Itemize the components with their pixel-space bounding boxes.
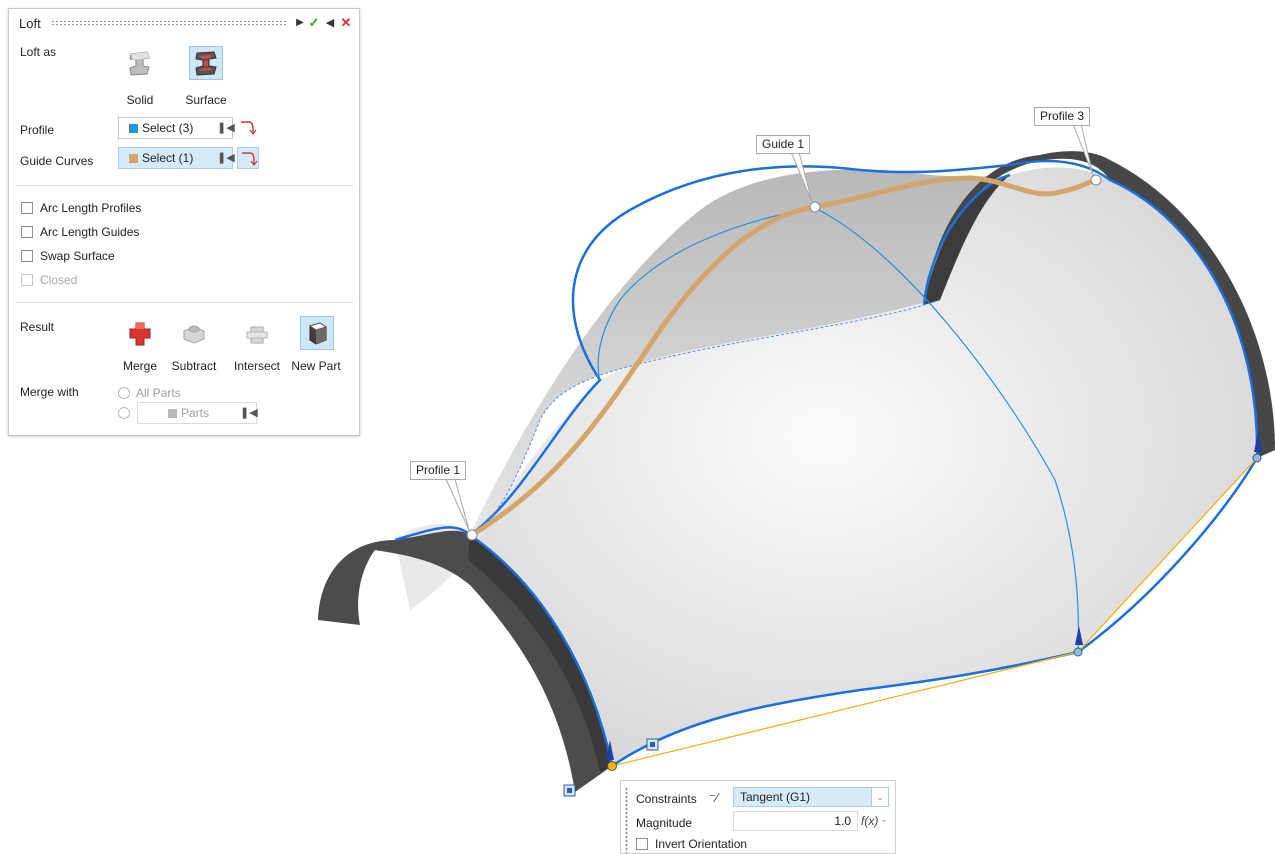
merge-with-label: Merge with bbox=[20, 385, 79, 399]
checkbox-box[interactable] bbox=[21, 226, 33, 238]
swap-surface-label: Swap Surface bbox=[40, 249, 115, 263]
profile1-point[interactable] bbox=[466, 529, 478, 541]
constraints-dialog: Constraints ⁻∕ Tangent (G1) ⌄ Magnitude … bbox=[620, 780, 896, 854]
tangent-handle-2[interactable] bbox=[1073, 647, 1083, 657]
checkbox-box[interactable] bbox=[636, 838, 648, 850]
parts-swatch bbox=[168, 409, 177, 418]
guide1-callout[interactable]: Guide 1 bbox=[756, 135, 811, 154]
tangent-handle-1[interactable] bbox=[607, 761, 617, 771]
subtract-icon bbox=[183, 325, 205, 344]
profile3-point[interactable] bbox=[1090, 174, 1102, 186]
curve-arrow-icon bbox=[242, 152, 258, 166]
chevron-down-icon[interactable]: ⌄ bbox=[871, 788, 888, 806]
checkbox-box bbox=[21, 274, 33, 286]
guide-swatch bbox=[129, 154, 138, 163]
new-part-icon bbox=[308, 322, 328, 345]
parts-radio[interactable] bbox=[118, 407, 130, 419]
reset-selection-icon[interactable]: ❚◀ bbox=[240, 406, 258, 419]
divider bbox=[17, 302, 353, 303]
loft-as-label: Loft as bbox=[20, 45, 57, 59]
guide-curves-selector[interactable]: Select (1) ❚◀ bbox=[118, 147, 235, 169]
guide-curves-label: Guide Curves bbox=[20, 154, 94, 168]
divider bbox=[17, 185, 353, 186]
subtract-label: Subtract bbox=[171, 359, 217, 373]
constraints-dropdown[interactable]: Tangent (G1) ⌄ bbox=[733, 787, 889, 807]
merge-icon bbox=[129, 322, 151, 346]
parts-selector[interactable]: Parts ❚◀ bbox=[137, 402, 258, 424]
new-part-label: New Part bbox=[291, 359, 341, 373]
panel-title-bar[interactable]: Loft ▶ ✓ ◀​ ✕ bbox=[17, 15, 353, 32]
drag-grip[interactable] bbox=[51, 20, 287, 26]
profile-select-text: Select (3) bbox=[142, 121, 194, 135]
checkbox-box[interactable] bbox=[21, 202, 33, 214]
arc-length-guides-label: Arc Length Guides bbox=[40, 225, 140, 239]
play-icon[interactable]: ▶ bbox=[293, 15, 307, 31]
constraint-glyph-core bbox=[567, 788, 572, 793]
merge-option[interactable] bbox=[123, 317, 157, 351]
reset-icon[interactable]: ◀​ bbox=[323, 15, 337, 31]
profile-swatch bbox=[129, 124, 138, 133]
guide-direction-button[interactable] bbox=[237, 147, 259, 169]
arc-length-profiles-label: Arc Length Profiles bbox=[40, 201, 142, 215]
profile-label: Profile bbox=[20, 123, 55, 137]
check-icon[interactable]: ✓ bbox=[307, 15, 321, 31]
solid-option[interactable] bbox=[123, 46, 157, 80]
surface-option-label: Surface bbox=[185, 93, 227, 107]
surface-option[interactable] bbox=[189, 46, 223, 80]
guide-select-text: Select (1) bbox=[142, 151, 194, 165]
merge-label: Merge bbox=[122, 359, 157, 373]
fx-button[interactable]: f(x) bbox=[861, 814, 878, 828]
profile1-callout[interactable]: Profile 1 bbox=[410, 461, 467, 480]
curve-arrow-icon bbox=[241, 121, 257, 135]
subtract-option[interactable] bbox=[177, 317, 211, 351]
chevron-down-icon[interactable]: ⌄ bbox=[880, 814, 888, 825]
constraints-label: Constraints bbox=[636, 792, 697, 806]
loft-panel: Loft ▶ ✓ ◀​ ✕ Loft as Solid Surface Prof… bbox=[8, 8, 360, 436]
tangent-handle-3[interactable] bbox=[1252, 453, 1262, 463]
checkbox-box[interactable] bbox=[21, 250, 33, 262]
result-label: Result bbox=[20, 320, 55, 334]
surface-icon bbox=[195, 51, 217, 76]
intersect-icon bbox=[246, 326, 268, 344]
profile-selector[interactable]: Select (3) ❚◀ bbox=[118, 117, 235, 139]
panel-title: Loft bbox=[19, 16, 41, 31]
constraints-value: Tangent (G1) bbox=[740, 790, 811, 804]
all-parts-label: All Parts bbox=[136, 386, 181, 400]
all-parts-radio[interactable] bbox=[118, 387, 130, 399]
constraint-glyph-core bbox=[650, 742, 655, 747]
solid-option-label: Solid bbox=[126, 93, 154, 107]
magnitude-input[interactable]: 1.0 bbox=[733, 811, 858, 831]
solid-icon bbox=[129, 51, 150, 76]
parts-select-text: Parts bbox=[181, 406, 210, 420]
intersect-option[interactable] bbox=[240, 317, 274, 351]
closed-label: Closed bbox=[40, 273, 78, 287]
reset-selection-icon[interactable]: ❚◀ bbox=[217, 151, 235, 164]
profile3-callout[interactable]: Profile 3 bbox=[1034, 107, 1091, 126]
drag-grip[interactable] bbox=[625, 787, 628, 853]
guide1-point[interactable] bbox=[809, 201, 821, 213]
invert-orientation-label: Invert Orientation bbox=[655, 837, 748, 851]
tangent-constraint-icon: ⁻∕ bbox=[709, 790, 719, 805]
close-icon[interactable]: ✕ bbox=[339, 15, 353, 31]
reset-selection-icon[interactable]: ❚◀ bbox=[217, 121, 235, 134]
new-part-option[interactable] bbox=[300, 316, 334, 350]
intersect-label: Intersect bbox=[233, 359, 281, 373]
magnitude-label: Magnitude bbox=[636, 816, 693, 830]
magnitude-value: 1.0 bbox=[834, 814, 851, 828]
profile-direction-button[interactable] bbox=[237, 117, 259, 139]
